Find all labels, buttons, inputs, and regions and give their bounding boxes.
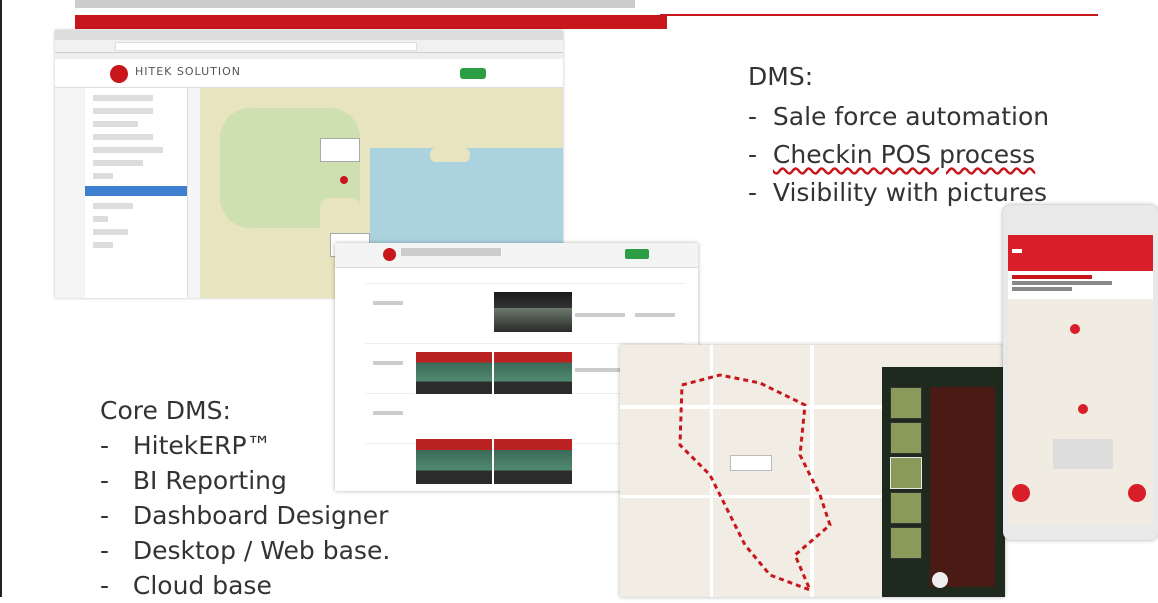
browser-address-bar <box>55 40 563 53</box>
url-field <box>115 42 417 51</box>
app-header <box>335 243 698 268</box>
gallery-thumbnail <box>890 422 922 454</box>
visit-route-icon <box>678 373 832 593</box>
checkin-fab-icon <box>1012 484 1030 502</box>
checkin-fab-icon <box>1128 484 1146 502</box>
core-item: BI Reporting <box>100 463 460 498</box>
outlet-info <box>1008 271 1153 302</box>
back-arrow-icon <box>1012 249 1022 253</box>
hitek-logo-icon <box>383 248 396 261</box>
visit-photo <box>493 438 573 485</box>
status-indicator <box>460 68 486 79</box>
captured-photo <box>930 387 995 587</box>
core-item: Desktop / Web base. <box>100 533 460 568</box>
brand-name: HITEK SOLUTION <box>135 65 242 78</box>
map-marker-icon <box>340 176 348 184</box>
phone-screen <box>1008 235 1153 525</box>
slide-title-clipped <box>75 0 635 8</box>
app-toolbar <box>1008 235 1153 271</box>
sidebar-selected-item <box>85 186 187 196</box>
title-accent-line <box>660 14 1098 16</box>
map-info-card <box>320 138 360 162</box>
visit-photo <box>493 291 573 333</box>
phone-map <box>1008 299 1153 525</box>
map-pin-icon <box>1070 324 1080 334</box>
browser-tab-strip <box>55 30 563 40</box>
gallery-thumbnail <box>890 527 922 559</box>
camera-gallery-panel <box>882 367 1005 597</box>
status-indicator <box>625 249 649 259</box>
visit-photo <box>493 351 573 395</box>
map-info-card <box>730 455 772 471</box>
dms-item: Sale force automation <box>748 98 1128 136</box>
action-icons <box>1053 439 1113 469</box>
app-sidebar <box>85 88 188 298</box>
core-item: Dashboard Designer <box>100 498 460 533</box>
core-item: Cloud base <box>100 568 460 603</box>
gallery-thumbnail <box>890 457 922 489</box>
mobile-checkin-screenshot <box>1003 205 1158 540</box>
slide-left-border <box>0 0 2 597</box>
dms-item: Checkin POS process <box>748 136 1128 174</box>
app-header: HITEK SOLUTION <box>55 59 563 88</box>
map-pin-icon <box>1078 404 1088 414</box>
title-accent-bar <box>75 15 667 29</box>
visit-photo <box>415 351 493 395</box>
dms-heading: DMS: <box>748 62 814 91</box>
route-map-screenshot <box>620 345 1005 597</box>
gallery-thumbnail <box>890 387 922 419</box>
camera-shutter-icon <box>932 572 948 588</box>
hitek-logo-icon <box>110 65 128 83</box>
dms-feature-list: DMS: Sale force automation Checkin POS p… <box>748 58 1128 212</box>
core-item: HitekERP™ <box>100 428 460 463</box>
gallery-thumbnail <box>890 492 922 524</box>
brand-name <box>401 248 501 256</box>
core-heading: Core DMS: <box>100 396 231 425</box>
core-dms-list: Core DMS: HitekERP™ BI Reporting Dashboa… <box>100 393 460 603</box>
